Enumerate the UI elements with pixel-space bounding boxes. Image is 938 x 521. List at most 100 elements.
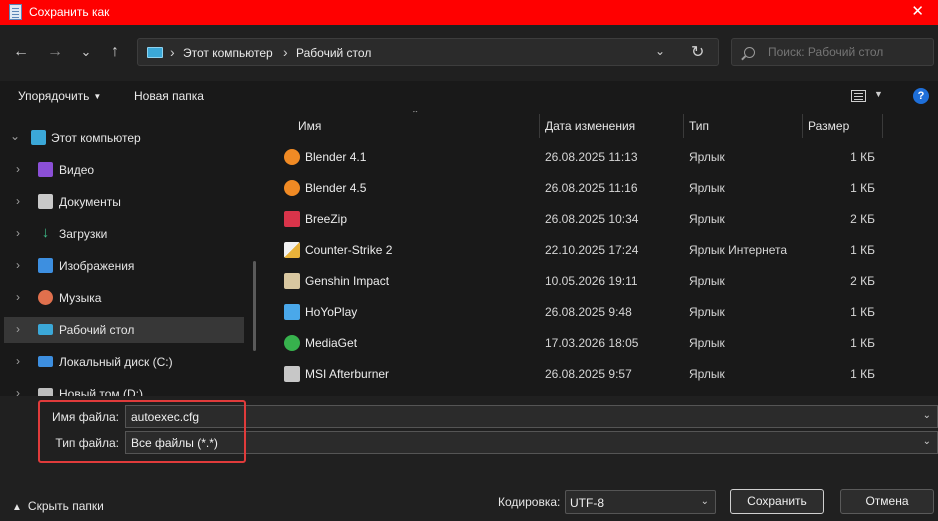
sort-ascending-icon: ⌃ — [411, 111, 420, 120]
file-date: 10.05.2026 19:11 — [545, 274, 638, 288]
music-icon — [38, 290, 53, 305]
desktop-icon — [38, 324, 53, 335]
chevron-down-icon[interactable]: ⌄ — [923, 436, 931, 447]
chevron-down-icon[interactable]: ⌄ — [923, 410, 931, 421]
navigation-pane: ⌄ Этот компьютер › Видео › Документы › ↓… — [0, 111, 265, 396]
downloads-icon: ↓ — [41, 224, 50, 241]
file-name: MediaGet — [305, 336, 358, 350]
chevron-right-icon[interactable]: › — [16, 162, 20, 176]
column-divider[interactable] — [683, 114, 684, 138]
hide-folders-button[interactable]: ▲ Скрыть папки — [12, 499, 104, 513]
msi-afterburner-icon — [284, 366, 300, 382]
filename-combobox[interactable]: autoexec.cfg ⌄ — [125, 405, 938, 428]
file-size: 1 КБ — [850, 243, 875, 257]
sidebar-item-drive-c[interactable]: › Локальный диск (C:) — [4, 349, 244, 375]
sidebar-item-downloads[interactable]: › ↓ Загрузки — [4, 221, 244, 247]
cancel-button[interactable]: Отмена — [840, 489, 934, 514]
chevron-right-icon[interactable]: › — [16, 194, 20, 208]
view-options-dropdown[interactable]: ▼ — [874, 89, 883, 99]
search-box[interactable] — [731, 38, 934, 66]
file-type: Ярлык Интернета — [689, 243, 788, 257]
breadcrumb-desktop[interactable]: Рабочий стол — [296, 46, 371, 60]
genshin-icon — [284, 273, 300, 289]
filetype-select[interactable]: Все файлы (*.*) ⌄ — [125, 431, 938, 454]
sidebar-item-label: Рабочий стол — [59, 323, 135, 337]
sidebar-item-music[interactable]: › Музыка — [4, 285, 244, 311]
file-row-blender-4-5[interactable]: Blender 4.5 26.08.2025 11:16 Ярлык 1 КБ — [265, 173, 938, 204]
chevron-right-icon[interactable]: › — [16, 258, 20, 272]
search-input[interactable] — [768, 45, 928, 59]
file-size: 2 КБ — [850, 274, 875, 288]
sidebar-item-label: Документы — [59, 195, 121, 209]
save-button[interactable]: Сохранить — [730, 489, 824, 514]
chevron-right-icon[interactable]: › — [16, 354, 20, 368]
sidebar-item-label: Новый том (D:) — [59, 387, 143, 396]
file-row-counter-strike-2[interactable]: Counter-Strike 2 22.10.2025 17:24 Ярлык … — [265, 235, 938, 266]
breadcrumb-this-pc[interactable]: Этот компьютер — [183, 46, 273, 60]
back-button[interactable]: ← — [10, 41, 32, 63]
chevron-right-icon[interactable]: › — [16, 290, 20, 304]
file-name: BreeZip — [305, 212, 348, 226]
encoding-select[interactable]: UTF-8 ⌄ — [565, 490, 716, 514]
column-divider[interactable] — [802, 114, 803, 138]
drive-d-icon — [38, 388, 53, 396]
file-name: HoYoPlay — [305, 305, 358, 319]
forward-button[interactable]: → — [44, 41, 66, 63]
file-type: Ярлык — [689, 336, 725, 350]
view-details-icon[interactable] — [851, 90, 866, 102]
address-bar[interactable]: › Этот компьютер › Рабочий стол ⌄ ↻ — [137, 38, 719, 66]
file-row-mediaget[interactable]: MediaGet 17.03.2026 18:05 Ярлык 1 КБ — [265, 328, 938, 359]
file-size: 1 КБ — [850, 336, 875, 350]
file-type: Ярлык — [689, 305, 725, 319]
window-title: Сохранить как — [29, 5, 110, 19]
file-row-genshin-impact[interactable]: Genshin Impact 10.05.2026 19:11 Ярлык 2 … — [265, 266, 938, 297]
file-type: Ярлык — [689, 274, 725, 288]
sidebar-item-label: Локальный диск (C:) — [59, 355, 173, 369]
sidebar-scrollbar[interactable] — [253, 261, 256, 351]
up-button[interactable]: ↑ — [104, 41, 126, 63]
column-date-header[interactable]: Дата изменения — [545, 119, 635, 133]
column-size-header[interactable]: Размер — [808, 119, 849, 133]
hide-folders-label: Скрыть папки — [27, 499, 104, 513]
chevron-down-icon[interactable]: ⌄ — [10, 129, 20, 143]
column-name-header[interactable]: Имя — [298, 119, 321, 133]
sidebar-item-label: Загрузки — [59, 227, 108, 241]
file-date: 22.10.2025 17:24 — [545, 243, 639, 257]
file-date: 26.08.2025 11:16 — [545, 181, 638, 195]
notepad-icon — [9, 4, 22, 20]
column-headers: ⌃ Имя Дата изменения Тип Размер — [265, 111, 938, 139]
new-folder-button[interactable]: Новая папка — [134, 89, 204, 103]
refresh-icon[interactable]: ↻ — [691, 42, 704, 62]
computer-icon — [147, 47, 163, 58]
organize-menu[interactable]: Упорядочить ▼ — [18, 89, 101, 103]
drive-c-icon — [38, 356, 53, 367]
sidebar-item-drive-d[interactable]: › Новый том (D:) — [4, 381, 244, 396]
sidebar-item-images[interactable]: › Изображения — [4, 253, 244, 279]
file-row-blender-4-1[interactable]: Blender 4.1 26.08.2025 11:13 Ярлык 1 КБ — [265, 142, 938, 173]
column-divider[interactable] — [882, 114, 883, 138]
chevron-down-icon[interactable]: ⌄ — [655, 44, 665, 58]
file-row-breezip[interactable]: BreeZip 26.08.2025 10:34 Ярлык 2 КБ — [265, 204, 938, 235]
chevron-right-icon[interactable]: › — [16, 322, 20, 336]
chevron-right-icon[interactable]: › — [16, 386, 20, 396]
close-button[interactable]: ✕ — [911, 2, 924, 20]
sidebar-item-this-pc[interactable]: ⌄ Этот компьютер — [4, 125, 244, 151]
breadcrumb-chevron-icon: › — [283, 44, 288, 60]
breadcrumb-chevron-icon: › — [170, 44, 175, 60]
sidebar-item-video[interactable]: › Видео — [4, 157, 244, 183]
file-name: Counter-Strike 2 — [305, 243, 393, 257]
chevron-right-icon[interactable]: › — [16, 226, 20, 240]
images-icon — [38, 258, 53, 273]
file-row-hoyoplay[interactable]: HoYoPlay 26.08.2025 9:48 Ярлык 1 КБ — [265, 297, 938, 328]
recent-locations-button[interactable]: ⌄ — [75, 41, 97, 63]
column-type-header[interactable]: Тип — [689, 119, 709, 133]
file-row-msi-afterburner[interactable]: MSI Afterburner 26.08.2025 9:57 Ярлык 1 … — [265, 359, 938, 390]
file-name: Genshin Impact — [305, 274, 390, 288]
search-icon — [744, 47, 755, 58]
sidebar-item-desktop[interactable]: › Рабочий стол — [4, 317, 244, 343]
help-icon[interactable]: ? — [913, 88, 929, 104]
organize-label: Упорядочить — [18, 89, 90, 103]
documents-icon — [38, 194, 53, 209]
sidebar-item-documents[interactable]: › Документы — [4, 189, 244, 215]
column-divider[interactable] — [539, 114, 540, 138]
